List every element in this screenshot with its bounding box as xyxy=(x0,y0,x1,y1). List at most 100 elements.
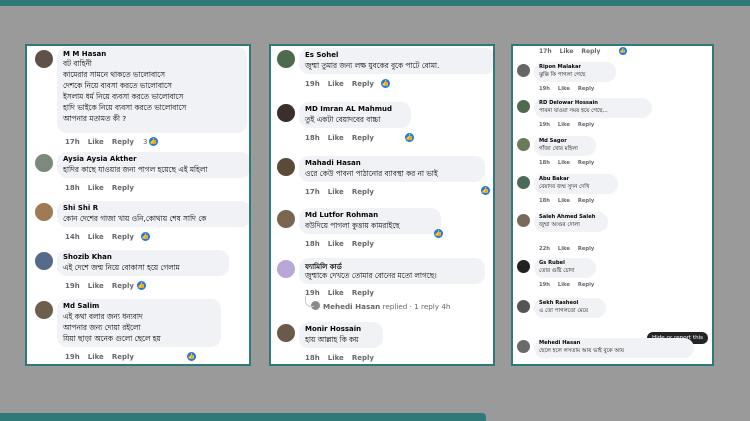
reply-button[interactable]: Reply xyxy=(578,198,594,204)
avatar[interactable] xyxy=(35,154,53,172)
avatar[interactable] xyxy=(277,50,295,68)
view-replies-link[interactable]: Mehedi Hasan replied · 1 reply 4h xyxy=(323,302,450,311)
commenter-name[interactable]: Mahadi Hasan xyxy=(305,159,361,167)
like-button[interactable]: Like xyxy=(558,160,570,166)
comment-line: এ তো পাগলতো মেয়ে xyxy=(539,308,589,314)
commenter-name[interactable]: Mehedi Hasan xyxy=(539,340,580,346)
commenter-name[interactable]: RD Delowar Hossain xyxy=(539,100,598,106)
avatar[interactable] xyxy=(517,176,530,189)
reply-button[interactable]: Reply xyxy=(112,233,134,241)
avatar[interactable] xyxy=(35,50,53,68)
like-reaction-icon: 👍 xyxy=(141,232,150,241)
comment-actions: 19h Like Reply xyxy=(539,282,602,288)
like-button[interactable]: Like xyxy=(88,353,104,361)
avatar[interactable] xyxy=(277,324,295,342)
like-button[interactable]: Like xyxy=(88,233,104,241)
like-button[interactable]: Like xyxy=(558,86,570,92)
reply-author: Mehedi Hasan xyxy=(323,302,381,311)
commenter-name[interactable]: Gs Rubel xyxy=(539,260,565,266)
commenter-name[interactable]: Md Lutfor Rohman xyxy=(305,211,378,219)
reply-button[interactable]: Reply xyxy=(578,282,594,288)
like-reaction-icon: 👍 xyxy=(405,133,414,142)
reply-button[interactable]: Reply xyxy=(352,134,374,142)
commenter-name[interactable]: Saleh Ahmed Saleh xyxy=(539,214,595,220)
reply-button[interactable]: Reply xyxy=(112,353,134,361)
commenter-name[interactable]: Abu Bakar xyxy=(539,176,569,182)
like-button[interactable]: Like xyxy=(328,354,344,362)
comment-actions: 17h Like Reply xyxy=(305,188,382,196)
reply-button[interactable]: Reply xyxy=(352,354,374,362)
commenter-name[interactable]: Aysia Aysia Akther xyxy=(63,155,137,163)
reply-button[interactable]: Reply xyxy=(352,188,374,196)
avatar[interactable] xyxy=(517,214,530,227)
reply-button[interactable]: Reply xyxy=(578,122,594,128)
avatar[interactable] xyxy=(517,100,530,113)
avatar[interactable] xyxy=(277,210,295,228)
avatar[interactable] xyxy=(517,64,530,77)
reply-summary: replied · 1 reply 4h xyxy=(382,302,451,311)
comment-actions: 18h Like Reply xyxy=(305,134,382,142)
reply-button[interactable]: Reply xyxy=(112,282,134,290)
commenter-name[interactable]: Monir Hossain xyxy=(305,325,361,333)
avatar[interactable] xyxy=(517,340,530,353)
comment-line: জুম্মা তুমার জন্য লক্ষ যুবকের বুকে পাটে … xyxy=(305,61,440,70)
commenter-name[interactable]: Shi Shi R xyxy=(63,204,98,212)
reply-thread-line xyxy=(305,296,314,307)
commenter-name[interactable]: Md Sagor xyxy=(539,138,567,144)
reply-button[interactable]: Reply xyxy=(112,184,134,192)
comment-line: হায় আল্লাহ কি কয় xyxy=(305,335,359,344)
comment-time: 17h xyxy=(305,188,320,196)
commenter-name[interactable]: Md Salim xyxy=(63,302,99,310)
like-button[interactable]: Like xyxy=(558,122,570,128)
like-button[interactable]: Like xyxy=(88,184,104,192)
commenter-name[interactable]: Shozib Khan xyxy=(63,253,112,261)
reply-button[interactable]: Reply xyxy=(352,80,374,88)
like-button[interactable]: Like xyxy=(88,138,104,146)
like-button[interactable]: Like xyxy=(558,282,570,288)
like-button[interactable]: Like xyxy=(328,289,344,297)
avatar[interactable] xyxy=(277,104,295,122)
commenter-name[interactable]: M M Hasan xyxy=(63,50,106,58)
commenter-name[interactable]: Sekh Rasheol xyxy=(539,300,578,306)
comment-actions: 19h Like Reply xyxy=(539,122,602,128)
reply-button[interactable]: Reply xyxy=(578,246,594,252)
avatar[interactable] xyxy=(277,158,295,176)
comment-time: 18h xyxy=(539,160,550,166)
commenter-name[interactable]: MD Imran AL Mahmud xyxy=(305,105,392,113)
comment-line: ওরে কেউ পাবনা পাঠানোর ব্যাবস্থা কর না ভা… xyxy=(305,169,438,178)
reply-button[interactable]: Reply xyxy=(581,48,600,55)
like-button[interactable]: Like xyxy=(558,246,570,252)
comment-line: বউদিয়ে পাগলা কুত্তায় কামরাইছে xyxy=(305,221,400,230)
like-button[interactable]: Like xyxy=(328,188,344,196)
comment-line: তুই একটা বেয়াদবের বাচ্চা xyxy=(305,115,381,124)
comment-line: বেয়াদব জম্ম সুদন দেখি xyxy=(539,184,590,190)
reply-button[interactable]: Reply xyxy=(578,160,594,166)
reply-button[interactable]: Reply xyxy=(352,289,374,297)
avatar[interactable] xyxy=(517,300,530,313)
comment-time: 19h xyxy=(65,282,80,290)
comment-line: আপনার জন্য দোয়া রইলো xyxy=(63,323,141,332)
commenter-name[interactable]: Ripon Malakar xyxy=(539,64,581,70)
reply-button[interactable]: Reply xyxy=(352,240,374,248)
like-button[interactable]: Like xyxy=(328,240,344,248)
comment-line: ছেলে হলে লসতাম আয় ভাই বুকে আয় xyxy=(539,348,625,354)
reply-button[interactable]: Reply xyxy=(112,138,134,146)
avatar[interactable] xyxy=(35,203,53,221)
comment-time: 18h xyxy=(65,184,80,192)
like-button[interactable]: Like xyxy=(558,198,570,204)
avatar[interactable] xyxy=(277,260,295,278)
avatar[interactable] xyxy=(517,138,530,151)
avatar[interactable] xyxy=(35,301,53,319)
like-reaction-icon: 👍 xyxy=(434,229,443,238)
commenter-name[interactable]: Es Sohel xyxy=(305,51,338,59)
avatar[interactable] xyxy=(35,252,53,270)
reply-button[interactable]: Reply xyxy=(578,86,594,92)
like-button[interactable]: Like xyxy=(88,282,104,290)
comment-line: কামেরার সামনে থাকতে ভালোবাসে xyxy=(63,70,165,79)
comment-line: হাদি ভাইকে নিয়ে ব্যবসা করতে ভালোবাসে xyxy=(63,103,187,112)
comment-line: ঝুক্কি কি পাগলা গেছে xyxy=(539,72,586,78)
like-button[interactable]: Like xyxy=(560,48,574,55)
avatar[interactable] xyxy=(517,260,530,273)
like-button[interactable]: Like xyxy=(328,134,344,142)
like-button[interactable]: Like xyxy=(328,80,344,88)
